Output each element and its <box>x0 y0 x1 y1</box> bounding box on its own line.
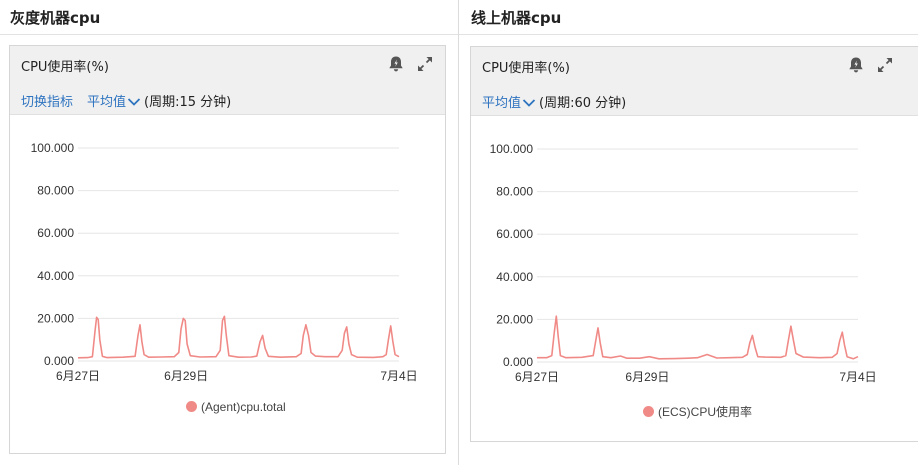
cpu-line-chart: 100.000 80.000 60.000 40.000 20.000 0.0006月27… <box>490 142 877 384</box>
x-tick-label: 6月29日 <box>625 370 669 384</box>
period-label: (周期:15 分钟) <box>144 95 232 110</box>
y-tick-label: 60.000 <box>496 227 533 241</box>
dashboard-column-gray: 灰度机器cpu CPU使用率(%) 切换指标 平均值 (周期:15 分钟) 100.… <box>0 0 459 465</box>
y-tick-label: 20.000 <box>496 312 533 326</box>
switch-metric-link[interactable]: 切换指标 <box>21 95 73 110</box>
x-tick-label: 6月29日 <box>164 369 208 383</box>
chart-legend[interactable]: (Agent)cpu.total <box>186 400 286 414</box>
x-tick-label: 6月27日 <box>56 369 100 383</box>
expand-icon[interactable] <box>876 56 894 74</box>
panel-toolbar: 平均值 (周期:60 分钟) <box>482 92 627 113</box>
panel-toolbar: 切换指标 平均值 (周期:15 分钟) <box>21 91 232 112</box>
section-title: 灰度机器cpu <box>10 9 101 27</box>
cpu-chart-panel: CPU使用率(%) 切换指标 平均值 (周期:15 分钟) 100.000 80.00… <box>9 45 446 454</box>
chevron-down-icon[interactable] <box>522 97 536 113</box>
bell-alert-icon[interactable] <box>387 55 405 73</box>
legend-label: (ECS)CPU使用率 <box>658 405 753 419</box>
panel-title: CPU使用率(%) <box>482 61 570 76</box>
aggregation-select[interactable]: 平均值 <box>87 95 126 110</box>
y-tick-label: 100.000 <box>31 141 75 155</box>
panel-header: CPU使用率(%) 平均值 (周期:60 分钟) <box>471 47 918 116</box>
section-title: 线上机器cpu <box>471 9 562 27</box>
series-line <box>537 315 859 360</box>
dashboard-column-online: 线上机器cpu CPU使用率(%) 平均值 (周期:60 分钟) 100.000 8… <box>459 0 918 465</box>
y-tick-label: 80.000 <box>37 184 74 198</box>
y-tick-label: 60.000 <box>37 226 74 240</box>
y-tick-label: 20.000 <box>37 311 74 325</box>
y-tick-label: 40.000 <box>37 269 74 283</box>
y-tick-label: 40.000 <box>496 270 533 284</box>
cpu-line-chart: 100.000 80.000 60.000 40.000 20.000 0.0006月27… <box>31 141 418 383</box>
panel-title: CPU使用率(%) <box>21 60 109 75</box>
aggregation-select[interactable]: 平均值 <box>482 96 521 111</box>
divider <box>0 34 458 35</box>
y-tick-label: 0.000 <box>44 354 74 368</box>
panel-header: CPU使用率(%) 切换指标 平均值 (周期:15 分钟) <box>10 46 445 115</box>
x-tick-label: 7月4日 <box>839 370 876 384</box>
bell-alert-icon[interactable] <box>847 56 865 74</box>
x-tick-label: 6月27日 <box>515 370 559 384</box>
y-tick-label: 100.000 <box>490 142 534 156</box>
chevron-down-icon[interactable] <box>127 96 141 112</box>
expand-icon[interactable] <box>416 55 434 73</box>
chart-legend[interactable]: (ECS)CPU使用率 <box>643 403 752 420</box>
y-tick-label: 80.000 <box>496 185 533 199</box>
cpu-chart-panel: CPU使用率(%) 平均值 (周期:60 分钟) 100.000 80.000 60.… <box>470 46 918 442</box>
period-label: (周期:60 分钟) <box>539 96 627 111</box>
legend-label: (Agent)cpu.total <box>201 400 286 414</box>
y-tick-label: 0.000 <box>503 355 533 369</box>
divider <box>459 34 918 35</box>
legend-swatch <box>643 406 654 417</box>
legend-swatch <box>186 401 197 412</box>
x-tick-label: 7月4日 <box>380 369 417 383</box>
series-line <box>77 315 400 359</box>
